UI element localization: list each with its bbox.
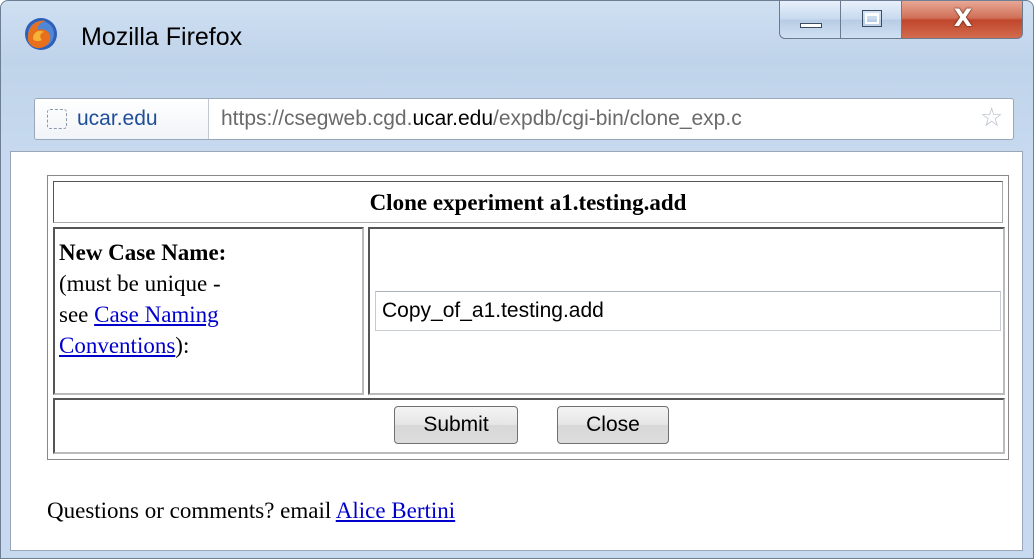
window-title: Mozilla Firefox xyxy=(81,23,243,51)
url-text[interactable]: https://csegweb.cgd.ucar.edu/expdb/cgi-b… xyxy=(221,107,971,131)
case-name-label: New Case Name: (must be unique - see Cas… xyxy=(59,237,226,361)
clone-form-table: Clone experiment a1.testing.add New Case… xyxy=(47,175,1009,460)
footer-text: Questions or comments? email xyxy=(47,498,336,523)
browser-window: Mozilla Firefox X ucar.edu https://csegw… xyxy=(0,0,1034,559)
address-bar[interactable]: ucar.edu https://csegweb.cgd.ucar.edu/ex… xyxy=(34,98,1014,140)
page-icon xyxy=(47,109,67,129)
case-naming-conventions-link-line2[interactable]: Conventions xyxy=(59,333,175,358)
close-icon: X xyxy=(953,4,973,32)
maximize-icon xyxy=(862,10,882,27)
bookmark-star-icon[interactable]: ☆ xyxy=(980,103,1003,133)
form-buttons-cell: Submit Close xyxy=(53,398,1005,454)
case-name-input[interactable] xyxy=(375,291,1001,331)
page-content: Clone experiment a1.testing.add New Case… xyxy=(10,151,1023,551)
site-identity-button[interactable]: ucar.edu xyxy=(35,99,209,139)
case-name-input-cell xyxy=(368,227,1005,395)
submit-button[interactable]: Submit xyxy=(394,406,518,444)
contact-email-link[interactable]: Alice Bertini xyxy=(336,498,455,523)
title-bar[interactable]: Mozilla Firefox X xyxy=(1,1,1033,81)
case-name-label-see: see xyxy=(59,302,95,327)
close-button[interactable]: Close xyxy=(557,406,669,444)
site-identity-label: ucar.edu xyxy=(77,107,158,130)
case-name-label-cell: New Case Name: (must be unique - see Cas… xyxy=(53,227,364,395)
footer: Questions or comments? email Alice Berti… xyxy=(47,498,455,524)
form-header-cell: Clone experiment a1.testing.add xyxy=(53,181,1003,223)
url-prefix: https://csegweb.cgd. xyxy=(221,107,413,130)
url-suffix: /expdb/cgi-bin/clone_exp.c xyxy=(493,107,742,130)
case-name-label-end: ): xyxy=(175,333,190,358)
case-naming-conventions-link-line1[interactable]: Case Naming xyxy=(94,302,219,327)
maximize-button[interactable] xyxy=(840,1,902,39)
minimize-button[interactable] xyxy=(779,1,841,39)
form-heading: Clone experiment a1.testing.add xyxy=(369,190,687,215)
url-domain: ucar.edu xyxy=(412,107,494,130)
close-window-button[interactable]: X xyxy=(901,1,1023,39)
minimize-icon xyxy=(800,23,822,28)
firefox-logo-icon xyxy=(25,18,57,50)
case-name-label-title: New Case Name: xyxy=(59,240,227,265)
case-name-label-unique: (must be unique - xyxy=(59,271,221,296)
window-controls: X xyxy=(779,1,1023,41)
